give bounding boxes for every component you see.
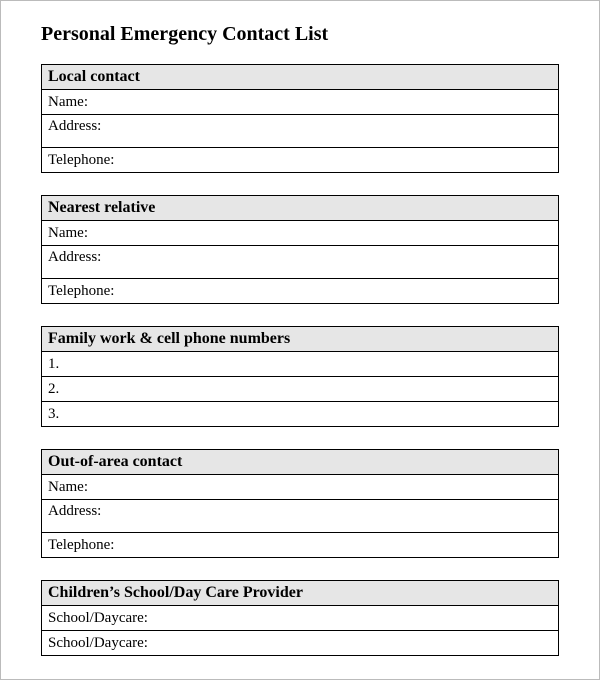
- field-relative-name[interactable]: Name:: [42, 221, 559, 246]
- document-page: Personal Emergency Contact List Local co…: [0, 0, 600, 680]
- field-school-daycare-2[interactable]: School/Daycare:: [42, 631, 559, 656]
- section-school-daycare: Children’s School/Day Care Provider Scho…: [41, 580, 559, 656]
- field-outofarea-telephone[interactable]: Telephone:: [42, 533, 559, 558]
- section-nearest-relative: Nearest relative Name: Address: Telephon…: [41, 195, 559, 304]
- field-family-phone-1[interactable]: 1.: [42, 352, 559, 377]
- field-family-phone-2[interactable]: 2.: [42, 377, 559, 402]
- field-relative-telephone[interactable]: Telephone:: [42, 279, 559, 304]
- section-header-family-phones: Family work & cell phone numbers: [42, 327, 559, 352]
- field-outofarea-name[interactable]: Name:: [42, 475, 559, 500]
- section-family-phones: Family work & cell phone numbers 1. 2. 3…: [41, 326, 559, 427]
- field-local-name[interactable]: Name:: [42, 90, 559, 115]
- field-family-phone-3[interactable]: 3.: [42, 402, 559, 427]
- section-out-of-area: Out-of-area contact Name: Address: Telep…: [41, 449, 559, 558]
- field-local-telephone[interactable]: Telephone:: [42, 148, 559, 173]
- section-header-local-contact: Local contact: [42, 65, 559, 90]
- field-relative-address[interactable]: Address:: [42, 246, 559, 279]
- field-school-daycare-1[interactable]: School/Daycare:: [42, 606, 559, 631]
- section-header-school-daycare: Children’s School/Day Care Provider: [42, 581, 559, 606]
- field-outofarea-address[interactable]: Address:: [42, 500, 559, 533]
- page-title: Personal Emergency Contact List: [41, 23, 559, 46]
- section-header-out-of-area: Out-of-area contact: [42, 450, 559, 475]
- field-local-address[interactable]: Address:: [42, 115, 559, 148]
- section-header-nearest-relative: Nearest relative: [42, 196, 559, 221]
- section-local-contact: Local contact Name: Address: Telephone:: [41, 64, 559, 173]
